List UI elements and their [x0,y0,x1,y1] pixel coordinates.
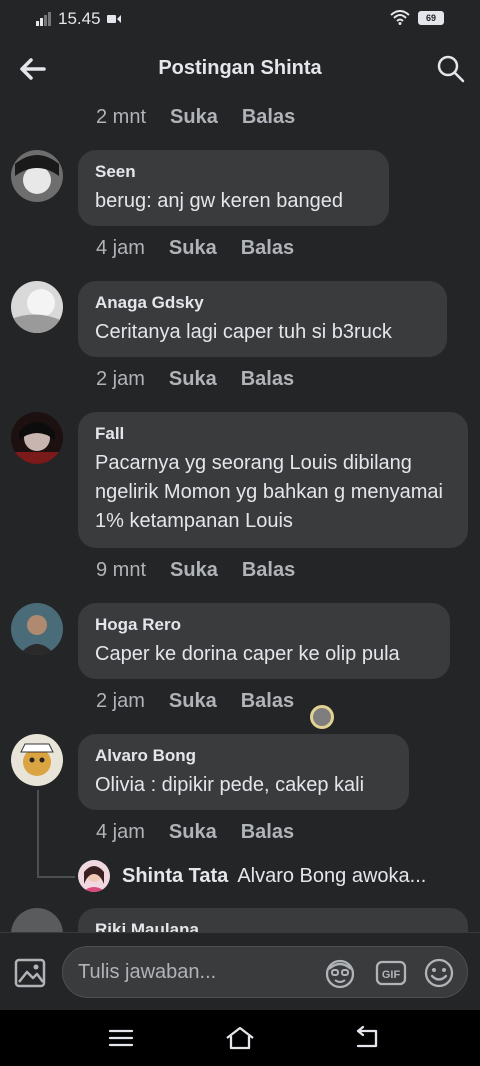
like-button[interactable]: Suka [169,368,217,391]
battery-indicator: 69 [418,10,444,25]
comment-bubble: Fall Pacarnya yg seorang Louis dibilang … [78,412,468,548]
comment-bubble: Anaga Gdsky Ceritanya lagi caper tuh si … [78,281,447,357]
reply-button[interactable]: Balas [241,690,294,713]
svg-text:GIF: GIF [382,969,401,981]
avatar[interactable] [11,603,63,655]
touch-indicator [310,705,334,729]
search-icon[interactable] [436,54,466,84]
photo-icon[interactable] [13,955,49,991]
comment-author[interactable]: Anaga Gdsky [95,292,430,314]
reply-preview[interactable]: Shinta Tata Alvaro Bong awoka... [78,858,468,894]
reply-input[interactable]: Tulis jawaban... GIF [62,946,468,998]
reply-button[interactable]: Balas [241,237,294,260]
reply-input-placeholder: Tulis jawaban... [78,961,217,983]
comment-author[interactable]: Alvaro Bong [95,745,392,767]
like-button[interactable]: Suka [170,559,218,582]
avatar[interactable] [11,734,63,786]
status-time: 15.45 [58,9,101,28]
page-title: Postingan Shinta [158,57,322,79]
comment-author[interactable]: Fall [95,423,451,445]
avatar[interactable] [11,150,63,202]
wifi-icon [390,10,410,25]
comment-bubble: Seen berug: anj gw keren banged [78,150,389,226]
status-bar: 15.45 69 [0,0,480,36]
comment-meta: 4 jam Suka Balas [96,821,294,844]
comment-meta: 2 jam Suka Balas [96,690,294,713]
reply-button[interactable]: Balas [241,368,294,391]
comment-time: 2 jam [96,368,145,390]
avatar[interactable] [11,412,63,464]
comment-text: Olivia : dipikir pede, cakep kali [95,774,365,796]
avatar-sticker-icon[interactable] [324,957,356,989]
like-button[interactable]: Suka [170,106,218,129]
video-record-icon [106,15,121,23]
reply-text: Alvaro Bong awoka... [237,864,427,887]
signal-icon [36,12,51,26]
reply-button[interactable]: Balas [242,559,295,582]
like-button[interactable]: Suka [169,821,217,844]
reply-composer: Tulis jawaban... GIF [0,932,480,1010]
avatar[interactable] [11,281,63,333]
comment-meta: 2 jam Suka Balas [96,368,294,391]
comment-time: 9 mnt [96,559,147,581]
app-header: Postingan Shinta [0,44,480,96]
comment-time: 2 jam [96,690,145,712]
comment-text: Ceritanya lagi caper tuh si b3ruck [95,321,392,343]
comment-meta: 4 jam Suka Balas [96,237,294,260]
avatar[interactable] [78,860,110,892]
comment-text: Caper ke dorina caper ke olip pula [95,643,400,665]
comment-text: berug: anj gw keren banged [95,190,343,212]
comment-time: 2 mnt [96,106,147,128]
emoji-icon[interactable] [423,957,455,989]
like-button[interactable]: Suka [169,690,217,713]
comment-meta: 2 mnt Suka Balas [96,106,295,129]
comment-meta: 9 mnt Suka Balas [96,559,295,582]
comment-time: 4 jam [96,821,145,843]
reply-button[interactable]: Balas [242,106,295,129]
comment-bubble: Alvaro Bong Olivia : dipikir pede, cakep… [78,734,409,810]
comment-author[interactable]: Hoga Rero [95,614,433,636]
gif-icon[interactable]: GIF [375,957,407,989]
back-nav-icon[interactable] [353,1024,381,1052]
comment-time: 4 jam [96,237,145,259]
reply-author[interactable]: Shinta Tata [122,865,228,888]
menu-icon[interactable] [107,1024,135,1052]
comment-text: Pacarnya yg seorang Louis dibilang ngeli… [95,452,443,532]
system-nav-bar [0,1010,480,1066]
home-icon[interactable] [224,1024,256,1052]
thread-line [37,790,75,878]
like-button[interactable]: Suka [169,237,217,260]
comment-author[interactable]: Seen [95,161,372,183]
reply-button[interactable]: Balas [241,821,294,844]
comment-bubble: Hoga Rero Caper ke dorina caper ke olip … [78,603,450,679]
